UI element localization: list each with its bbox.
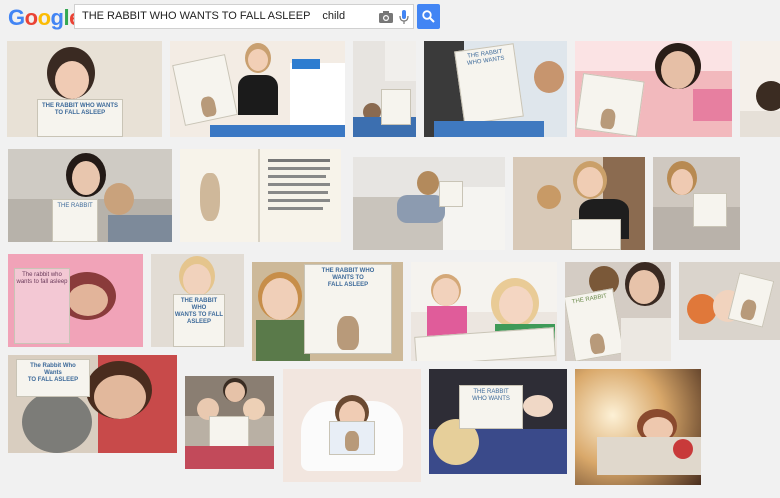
image-result[interactable] bbox=[353, 157, 505, 250]
microphone-icon[interactable] bbox=[399, 10, 409, 25]
image-result[interactable]: THE RABBIT WHO WANTS TO FALL ASLEEP bbox=[7, 41, 162, 137]
image-result[interactable]: The rabbit who wants to fall asleep bbox=[8, 254, 143, 347]
image-result[interactable] bbox=[575, 41, 732, 137]
image-result[interactable]: THE RABBIT WHO WANTS TO FALL ASLEEP bbox=[252, 262, 403, 361]
search-query-text: THE RABBIT WHO WANTS TO FALL ASLEEP chil… bbox=[82, 10, 346, 22]
image-result[interactable] bbox=[185, 376, 274, 469]
image-result[interactable] bbox=[575, 369, 701, 485]
image-result[interactable] bbox=[653, 157, 740, 250]
google-logo[interactable]: Google bbox=[8, 6, 81, 30]
camera-icon[interactable] bbox=[379, 11, 393, 23]
image-result[interactable]: THE RABBIT WHO WANTS TO FALL ASLEEP bbox=[151, 254, 244, 347]
image-result[interactable]: The Rabbit Who Wants TO FALL ASLEEP bbox=[8, 355, 177, 453]
image-result[interactable]: THE RABBIT bbox=[8, 149, 172, 242]
image-result[interactable]: THE RABBIT bbox=[565, 262, 671, 361]
image-result[interactable] bbox=[679, 262, 780, 340]
search-input[interactable]: THE RABBIT WHO WANTS TO FALL ASLEEP chil… bbox=[74, 4, 414, 29]
search-button[interactable] bbox=[417, 4, 440, 29]
image-result[interactable] bbox=[513, 157, 645, 250]
image-result[interactable] bbox=[353, 41, 416, 137]
search-icon bbox=[422, 10, 435, 23]
image-result[interactable] bbox=[170, 41, 345, 137]
top-bar: Google THE RABBIT WHO WANTS TO FALL ASLE… bbox=[0, 0, 780, 36]
image-result[interactable] bbox=[740, 41, 780, 137]
image-result[interactable] bbox=[411, 262, 557, 361]
image-result[interactable] bbox=[180, 149, 341, 242]
image-result[interactable]: THE RABBIT WHO WANTS bbox=[424, 41, 567, 137]
image-result[interactable]: THE RABBIT WHO WANTS bbox=[429, 369, 567, 474]
image-result[interactable] bbox=[283, 369, 421, 482]
